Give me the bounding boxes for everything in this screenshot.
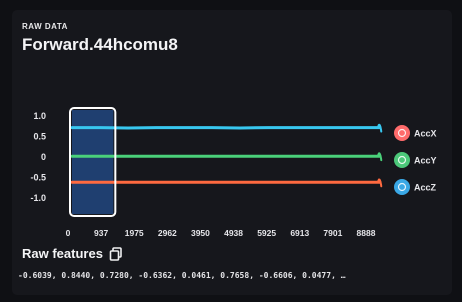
x-tick-label: 8888 — [357, 228, 376, 238]
x-tick-label: 5925 — [257, 228, 276, 238]
y-tick-label: -0.5 — [30, 172, 46, 182]
y-tick-label: 1.0 — [33, 111, 46, 121]
x-tick-label: 7901 — [323, 228, 342, 238]
y-tick-label: 0 — [41, 152, 46, 162]
x-tick-label: 4938 — [224, 228, 243, 238]
raw-features-header: Raw features — [22, 246, 123, 261]
y-tick-label: -1.0 — [30, 193, 46, 203]
y-tick-label: 0.5 — [33, 132, 46, 142]
legend-icon-accx[interactable] — [394, 125, 410, 141]
legend-label-accx: AccX — [414, 129, 437, 139]
x-tick-label: 6913 — [290, 228, 309, 238]
x-tick-label: 3950 — [191, 228, 210, 238]
legend-icon-accz[interactable] — [394, 179, 410, 195]
raw-features-label: Raw features — [22, 246, 103, 261]
selection-window-fill — [72, 110, 114, 214]
raw-features-values: -0.6039, 0.8440, 0.7280, -0.6362, 0.0461… — [18, 271, 346, 280]
raw-data-chart: 1.0 0.5 0 -0.5 -1.0 0 937 1975 2962 3950 4938 5925 6… — [30, 107, 437, 238]
x-tick-label: 0 — [66, 228, 71, 238]
x-tick-label: 1975 — [125, 228, 144, 238]
copy-icon[interactable] — [109, 246, 123, 261]
legend-label-accz: AccZ — [414, 183, 437, 193]
x-tick-label: 2962 — [158, 228, 177, 238]
x-tick-label: 937 — [94, 228, 108, 238]
legend-label-accy: AccY — [414, 156, 437, 166]
legend-icon-accy[interactable] — [394, 152, 410, 168]
